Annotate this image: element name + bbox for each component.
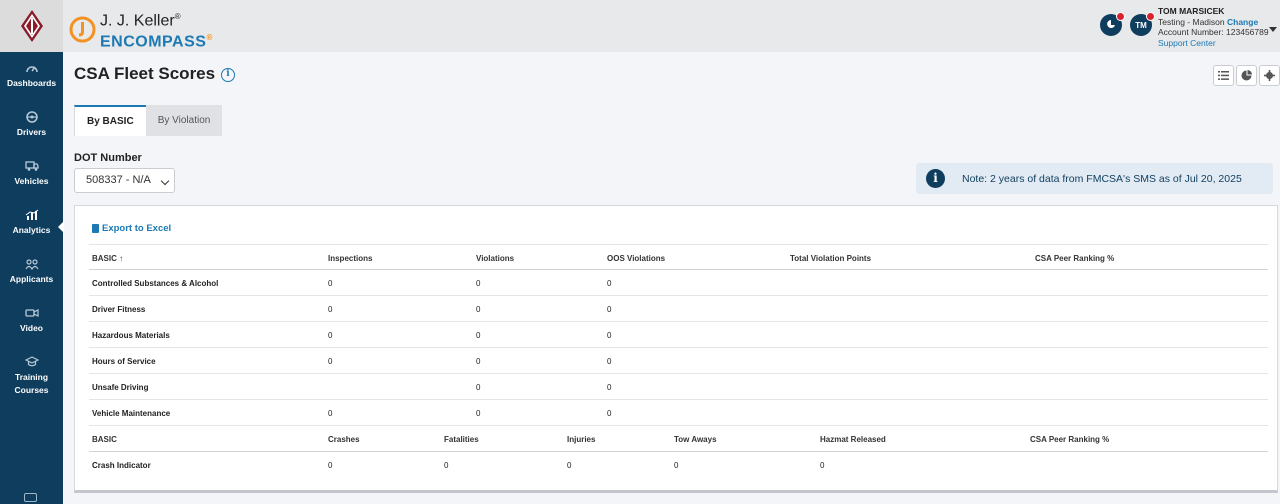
page-title: CSA Fleet Scores — [74, 64, 216, 83]
brand-logo[interactable]: J. J. Keller® ENCOMPASS® — [69, 8, 213, 51]
nav-label: Analytics — [12, 225, 51, 235]
steering-wheel-icon — [25, 111, 38, 123]
user-menu-chevron-icon[interactable] — [1269, 27, 1277, 32]
registered-mark: ® — [206, 33, 213, 43]
collapse-icon[interactable] — [24, 493, 37, 502]
column-header-hazmat-released[interactable]: Hazmat Released — [820, 435, 886, 444]
nav-label: Training — [14, 372, 49, 382]
chart-view-button[interactable] — [1236, 65, 1257, 86]
tab-by-violation[interactable]: By Violation — [145, 105, 223, 136]
nav-video[interactable]: Video — [0, 307, 63, 335]
chart-icon — [25, 209, 38, 220]
export-label: Export to Excel — [102, 223, 172, 234]
graduation-cap-icon — [24, 356, 39, 367]
notification-icon — [1107, 20, 1115, 28]
notification-button[interactable] — [1100, 12, 1125, 36]
list-icon — [1218, 71, 1229, 80]
settings-button[interactable] — [1259, 65, 1280, 86]
data-note-text: Note: 2 years of data from FMCSA's SMS a… — [962, 172, 1242, 185]
dot-number-select[interactable]: 508337 - N/A — [74, 168, 175, 193]
keller-orange-mark-icon — [69, 16, 96, 43]
nav-label: Dashboards — [6, 78, 57, 88]
nav-dashboards[interactable]: Dashboards — [0, 62, 63, 90]
avatar[interactable]: TM — [1130, 12, 1155, 36]
export-to-excel-link[interactable]: Export to Excel — [92, 223, 171, 234]
table-row[interactable]: Crash Indicator 0 0 0 0 0 — [89, 452, 1268, 478]
excel-icon — [92, 224, 99, 233]
brand-product: ENCOMPASS — [100, 33, 207, 51]
truck-icon — [24, 161, 39, 171]
nav-label: Applicants — [9, 274, 54, 284]
nav-label: Vehicles — [14, 176, 49, 186]
avatar-initials: TM — [1135, 20, 1147, 30]
user-location: Testing - Madison — [1158, 16, 1225, 27]
nav-label: Video — [20, 323, 43, 333]
nav-label: Drivers — [16, 127, 47, 137]
nav-analytics[interactable]: Analytics — [0, 209, 64, 237]
gear-icon — [1264, 70, 1275, 81]
table-row[interactable]: Unsafe Driving 0 0 — [89, 374, 1268, 400]
account-number: Account Number: 123456789 — [1158, 27, 1269, 37]
dot-number-value: 508337 - N/A — [86, 174, 151, 186]
tab-by-basic[interactable]: By BASIC — [74, 105, 146, 136]
basic-table: BASIC ↑ Inspections Violations OOS Viola… — [89, 244, 1268, 478]
column-header-total-violation-points[interactable]: Total Violation Points — [790, 254, 871, 263]
column-header-tow-aways[interactable]: Tow Aways — [674, 435, 717, 444]
table-header-row: BASIC ↑ Inspections Violations OOS Viola… — [89, 244, 1268, 270]
sidebar: Dashboards Drivers Vehicles Analytics Ap… — [0, 0, 64, 504]
video-icon — [24, 309, 39, 317]
nav-vehicles[interactable]: Vehicles — [0, 160, 63, 188]
nav-applicants[interactable]: Applicants — [0, 258, 63, 286]
alert-dot — [1146, 12, 1155, 21]
column-header-basic[interactable]: BASIC — [92, 435, 117, 444]
scores-panel: Export to Excel BASIC ↑ Inspections Viol… — [74, 205, 1278, 493]
users-icon — [24, 259, 39, 270]
gauge-icon — [25, 66, 38, 73]
table-row[interactable]: Hours of Service 0 0 0 — [89, 348, 1268, 374]
list-view-button[interactable] — [1213, 65, 1234, 86]
alert-dot — [1116, 12, 1125, 21]
column-header-csa-peer-ranking[interactable]: CSA Peer Ranking % — [1030, 435, 1109, 444]
view-tabs: By BASIC By Violation — [74, 105, 223, 136]
keller-emblem-icon — [20, 10, 43, 42]
table-row[interactable]: Hazardous Materials 0 0 0 — [89, 322, 1268, 348]
nav-training-courses[interactable]: Training Courses — [0, 356, 63, 397]
data-note: i Note: 2 years of data from FMCSA's SMS… — [916, 163, 1273, 194]
table-row[interactable]: Vehicle Maintenance 0 0 0 — [89, 400, 1268, 426]
column-header-violations[interactable]: Violations — [476, 254, 514, 263]
brand-name: J. J. Keller — [100, 12, 175, 30]
info-icon: i — [926, 169, 945, 188]
column-header-fatalities[interactable]: Fatalities — [444, 435, 479, 444]
table-row[interactable]: Controlled Substances & Alcohol 0 0 0 — [89, 270, 1268, 296]
column-header-crashes[interactable]: Crashes — [328, 435, 360, 444]
registered-mark: ® — [174, 12, 181, 21]
column-header-oos-violations[interactable]: OOS Violations — [607, 254, 665, 263]
nav-label-line2: Courses — [14, 385, 49, 395]
top-header: J. J. Keller® ENCOMPASS® TM TOM MARSICEK… — [63, 0, 1280, 52]
column-header-inspections[interactable]: Inspections — [328, 254, 372, 263]
table-row[interactable]: Driver Fitness 0 0 0 — [89, 296, 1268, 322]
column-header-basic[interactable]: BASIC ↑ — [92, 254, 123, 263]
support-center-link[interactable]: Support Center — [1158, 38, 1269, 49]
dot-number-label: DOT Number — [74, 152, 142, 164]
info-icon[interactable]: i — [221, 68, 235, 82]
chevron-down-icon — [160, 176, 170, 186]
nav-drivers[interactable]: Drivers — [0, 111, 63, 139]
column-header-csa-peer-ranking[interactable]: CSA Peer Ranking % — [1035, 254, 1114, 263]
keller-logo[interactable] — [0, 0, 63, 52]
pie-chart-icon — [1241, 70, 1252, 81]
table-header-row: BASIC Crashes Fatalities Injuries Tow Aw… — [89, 426, 1268, 452]
change-location-link[interactable]: Change — [1227, 17, 1258, 27]
column-header-injuries[interactable]: Injuries — [567, 435, 595, 444]
user-name: TOM MARSICEK — [1158, 6, 1225, 16]
